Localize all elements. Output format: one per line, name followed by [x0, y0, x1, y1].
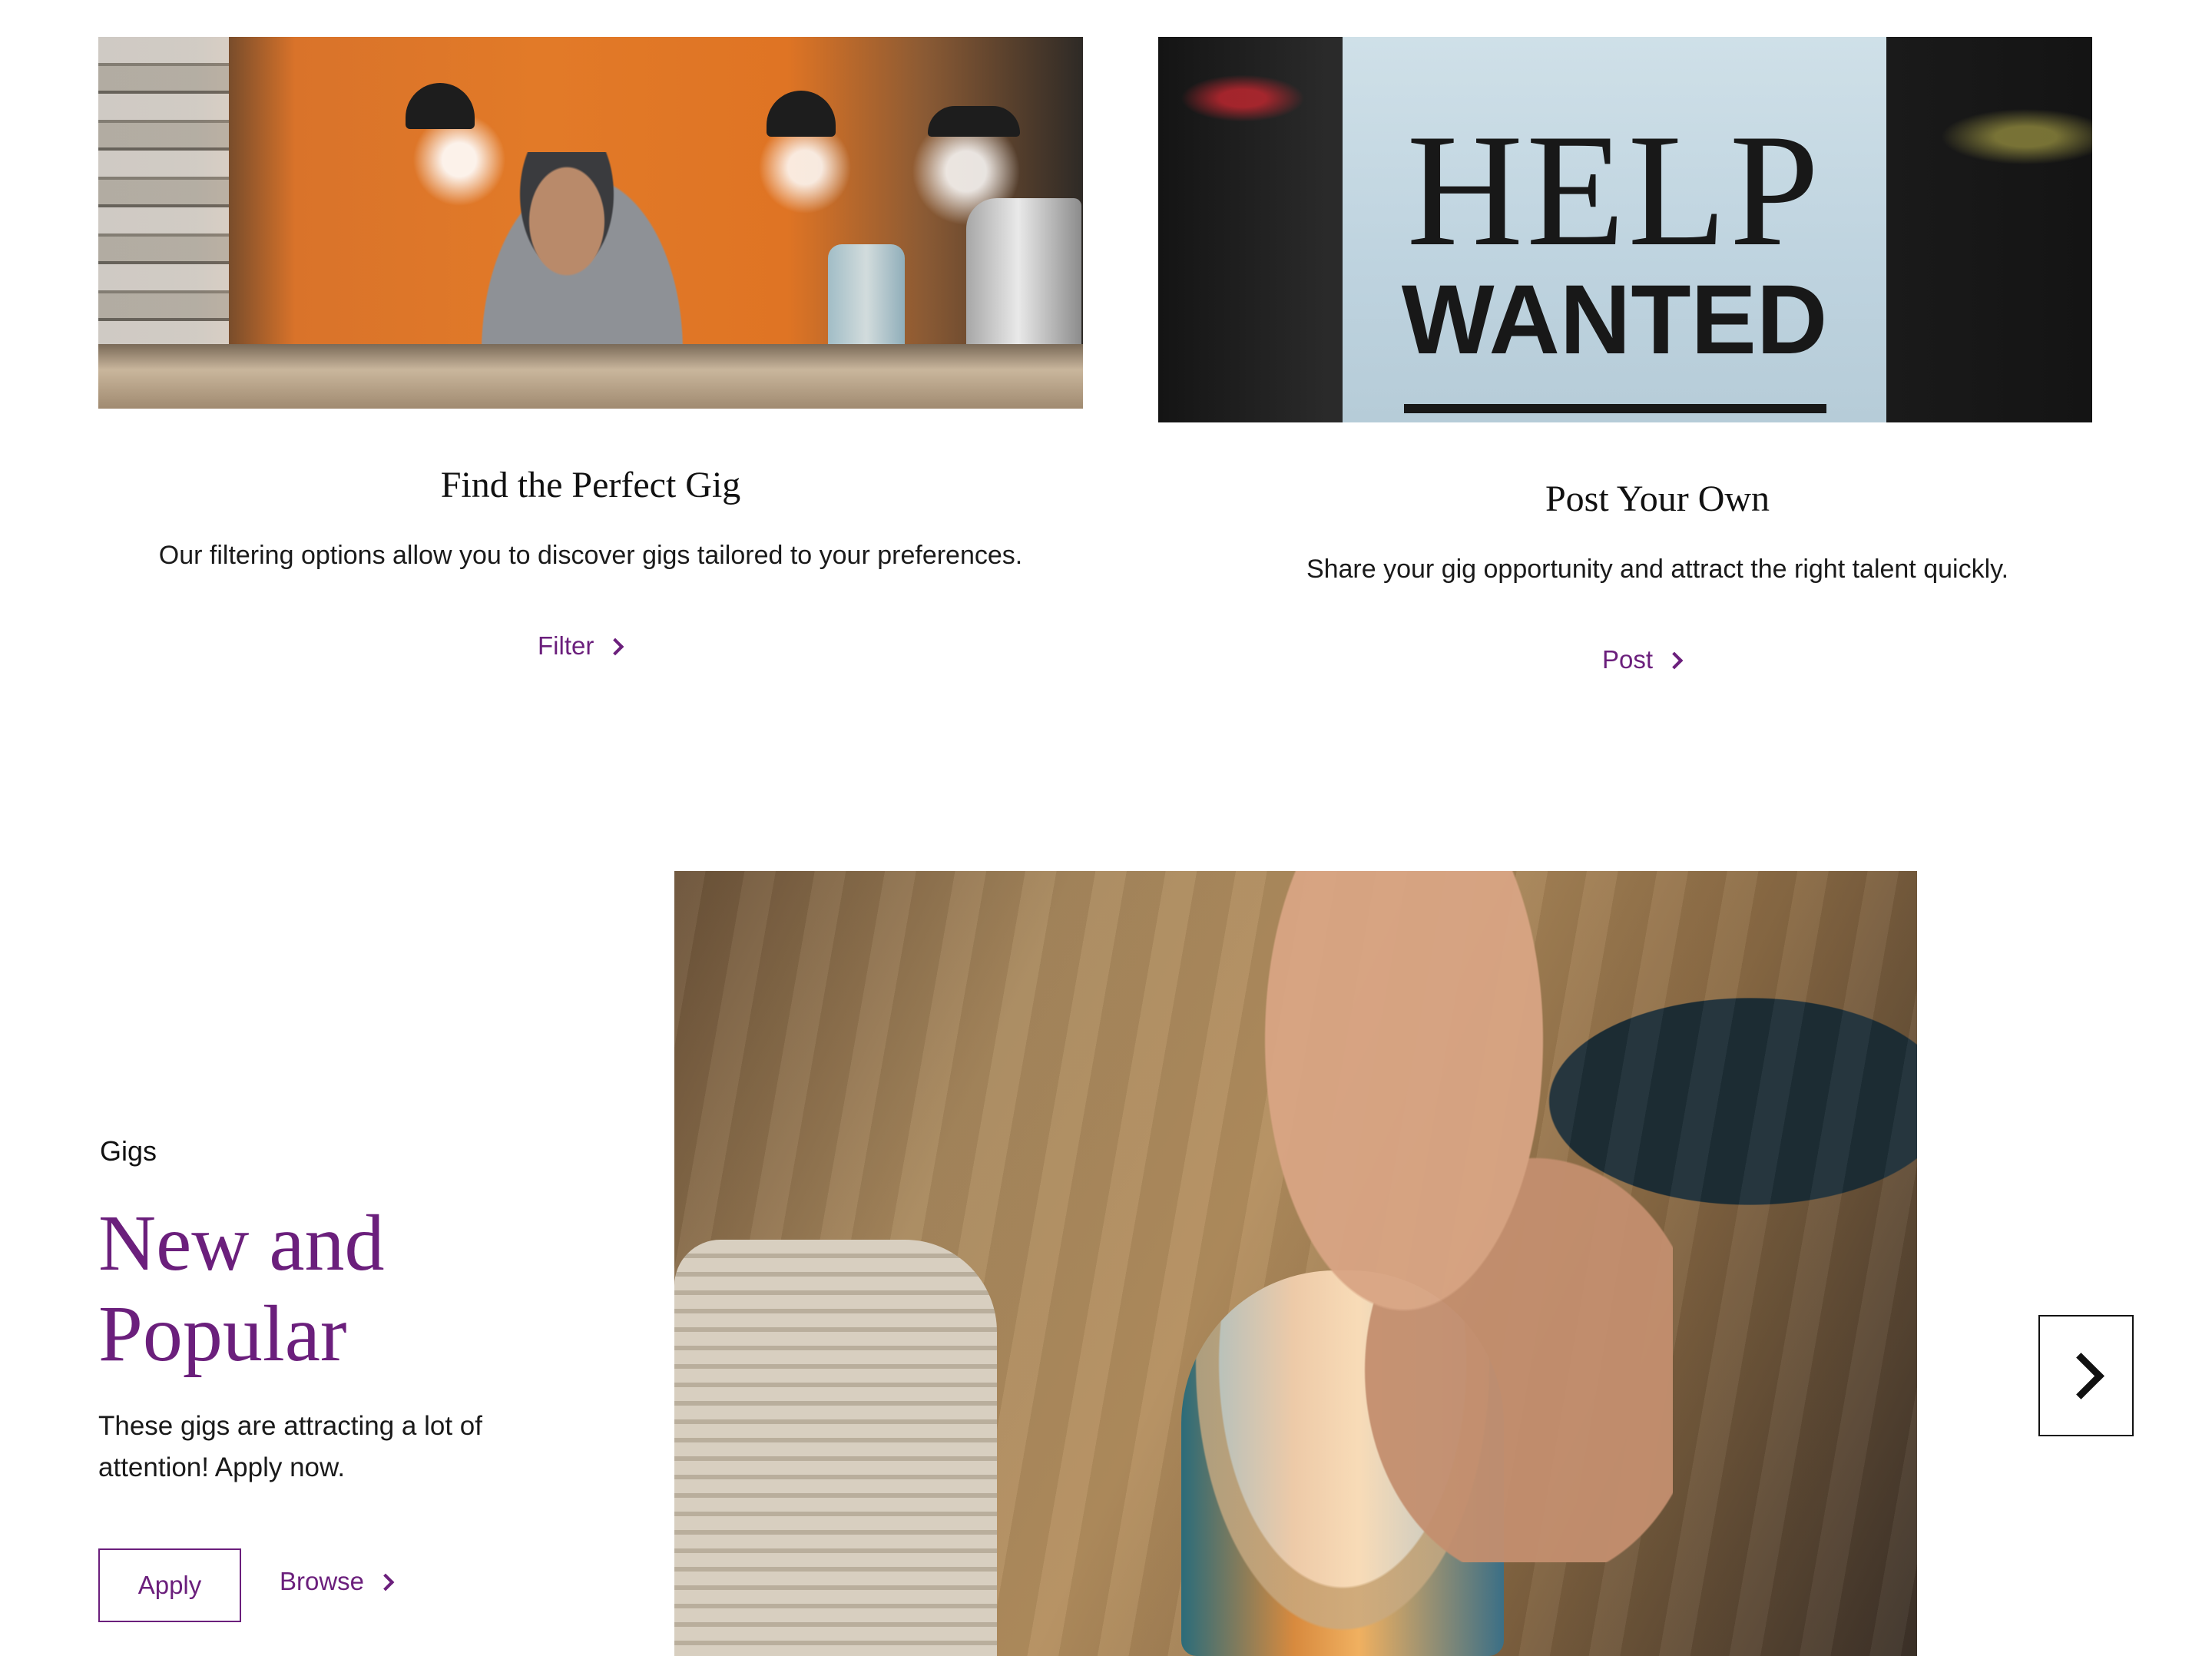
machine-decoration	[966, 198, 1081, 367]
card-description-post-own: Share your gig opportunity and attract t…	[1306, 555, 2009, 584]
sign-text-help: HELP	[1406, 101, 1823, 280]
section-eyebrow: Gigs	[100, 1135, 157, 1167]
card-title-post-own: Post Your Own	[1545, 479, 1770, 519]
section-description: These gigs are attracting a lot of atten…	[98, 1411, 482, 1482]
carousel-next-button[interactable]	[2038, 1315, 2134, 1436]
sign-underline	[1404, 404, 1826, 413]
cup-carrier-decoration	[674, 1240, 997, 1656]
browse-link-label: Browse	[280, 1567, 365, 1595]
street-food-stall-image	[98, 37, 1083, 409]
chevron-right-icon	[607, 638, 624, 656]
lamp-decoration	[928, 106, 1020, 137]
sign-text-wanted: WANTED	[1401, 265, 1828, 375]
card-description-find-gig: Our filtering options allow you to disco…	[158, 541, 1023, 570]
counter-decoration	[98, 344, 1083, 409]
hands-decoration	[1135, 871, 1673, 1562]
chevron-right-icon	[1665, 651, 1684, 670]
chevron-right-icon	[376, 1573, 395, 1591]
filter-link-label: Filter	[538, 631, 594, 660]
help-wanted-sign-image: HELP WANTED	[1158, 37, 2092, 422]
sign-paper: HELP WANTED	[1343, 37, 1886, 422]
post-link[interactable]: Post	[1602, 645, 1684, 674]
browse-link[interactable]: Browse	[280, 1567, 395, 1596]
apply-button-label: Apply	[137, 1571, 202, 1599]
arrow-right-icon	[2057, 1352, 2104, 1399]
filter-link[interactable]: Filter	[538, 631, 624, 661]
card-title-find-gig: Find the Perfect Gig	[440, 465, 741, 505]
apply-button[interactable]: Apply	[98, 1548, 241, 1622]
coffee-cup-image	[674, 871, 1917, 1656]
water-jug-decoration	[828, 244, 905, 359]
post-link-label: Post	[1602, 645, 1654, 674]
lamp-decoration	[767, 91, 836, 137]
lamp-decoration	[406, 83, 475, 129]
section-title: New and Popular	[98, 1199, 385, 1378]
